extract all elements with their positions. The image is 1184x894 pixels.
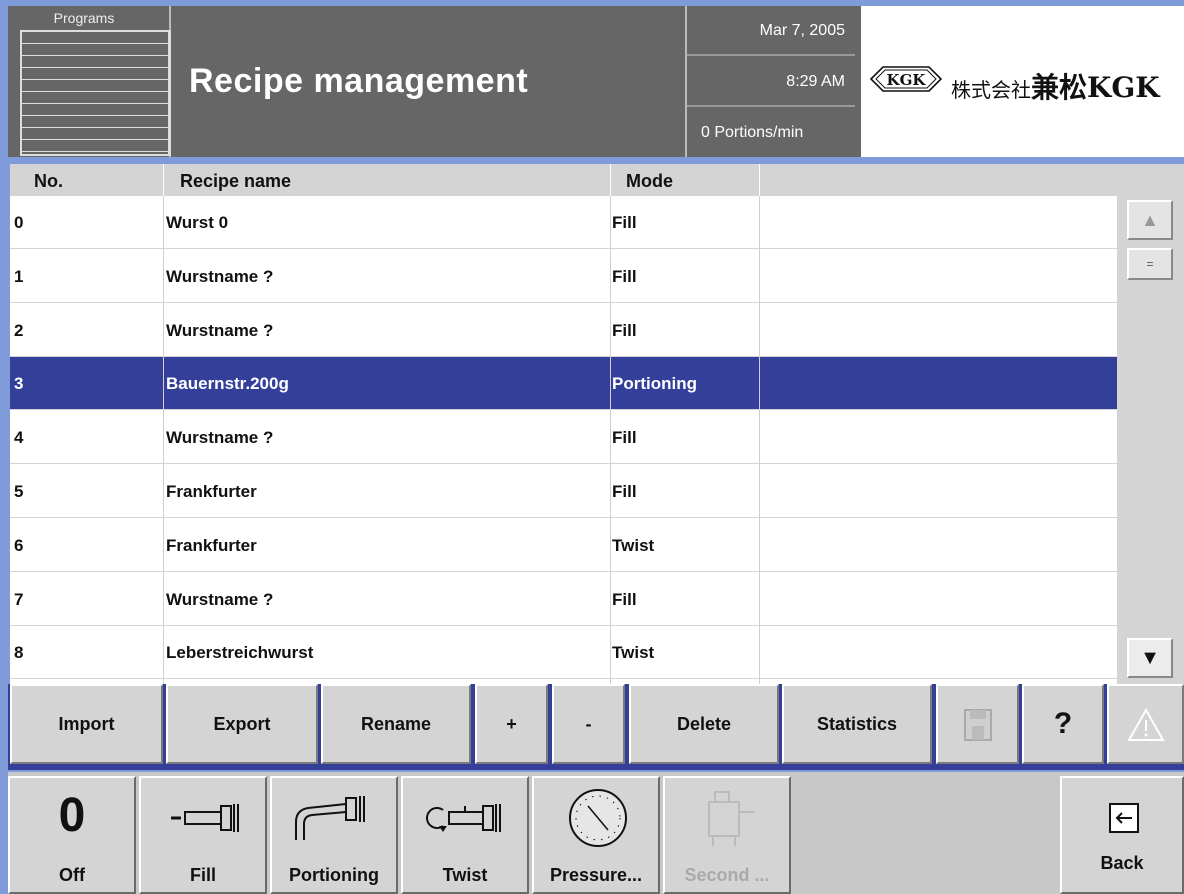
portion-rate-display: 0 Portions/min <box>701 124 804 141</box>
column-header-no[interactable]: No. <box>34 164 63 196</box>
table-row[interactable]: 7 Wurstname ? Fill <box>10 573 1127 626</box>
second-button[interactable]: Second ... <box>663 776 791 894</box>
portioning-button[interactable]: Portioning <box>270 776 398 894</box>
company-logo: KGK 株式会社兼松KGK <box>861 6 1184 157</box>
table-row[interactable]: 6 Frankfurter Twist <box>10 519 1127 572</box>
off-glyph: 0 <box>58 789 86 842</box>
recipe-mode-cell: Fill <box>612 213 637 232</box>
recipe-name-cell: Wurstname ? <box>166 589 274 609</box>
recipe-mode-cell: Fill <box>612 428 637 448</box>
action-toolbar: Import Export Rename + - Delete Statisti… <box>8 684 1184 770</box>
recipe-number-cell: 2 <box>14 320 24 340</box>
logo-text-small: 株式会社 <box>951 78 1031 102</box>
title-panel: Recipe management <box>171 6 687 157</box>
table-scrollbar[interactable]: ▲ = ▼ <box>1117 196 1184 684</box>
warning-button[interactable] <box>1107 684 1184 764</box>
fill-button[interactable]: Fill <box>139 776 267 894</box>
programs-list-icon[interactable] <box>20 30 172 156</box>
recipe-name-cell: Frankfurter <box>166 482 257 501</box>
remove-recipe-button[interactable]: - <box>552 684 625 764</box>
twist-button[interactable]: Twist <box>401 776 529 894</box>
triangle-up-icon: ▲ <box>1141 210 1159 230</box>
recipe-mode-cell: Fill <box>612 589 637 609</box>
import-button[interactable]: Import <box>10 684 163 764</box>
logo-text-big: 兼松KGK <box>1031 71 1160 104</box>
back-arrow-icon <box>1109 803 1139 833</box>
statistics-button[interactable]: Statistics <box>782 684 932 764</box>
second-label: Second ... <box>684 865 770 885</box>
recipe-mode-cell: Fill <box>612 266 637 286</box>
recipe-number-cell: 4 <box>14 428 24 448</box>
warning-triangle-icon <box>1126 708 1165 742</box>
recipe-name-cell: Leberstreichwurst <box>166 643 314 663</box>
recipe-number-cell: 6 <box>14 535 24 555</box>
off-label: Off <box>59 865 85 885</box>
rename-button[interactable]: Rename <box>321 684 471 764</box>
scroll-up-button[interactable]: ▲ <box>1127 200 1173 240</box>
delete-button[interactable]: Delete <box>629 684 779 764</box>
fill-nozzle-icon <box>171 804 239 832</box>
recipe-name-cell: Wurstname ? <box>166 266 274 286</box>
date-display: Mar 7, 2005 <box>687 6 855 56</box>
column-header-mode[interactable]: Mode <box>626 164 673 196</box>
recipe-mode-cell: Twist <box>612 535 655 555</box>
export-button[interactable]: Export <box>166 684 318 764</box>
twist-label: Twist <box>442 865 488 885</box>
recipe-number-cell: 5 <box>14 482 24 501</box>
table-row[interactable]: 1 Wurstname ? Fill <box>10 250 1127 303</box>
pressure-button[interactable]: Pressure... <box>532 776 660 894</box>
recipe-number-cell: 0 <box>14 213 24 232</box>
recipe-mode-cell: Twist <box>612 643 655 663</box>
portioning-nozzle-icon <box>295 796 365 840</box>
triangle-down-icon: ▼ <box>1140 647 1160 669</box>
table-row[interactable]: 3 Bauernstr.200g Portioning <box>10 357 1127 411</box>
table-row[interactable]: 4 Wurstname ? Fill <box>10 411 1127 465</box>
machine-icon <box>708 791 755 846</box>
back-label: Back <box>1100 853 1144 873</box>
function-bar: 0 Off Fill Portioning Twist Pressure... … <box>8 772 1184 894</box>
logo-mark-text: KGK <box>887 71 927 89</box>
table-row[interactable]: 2 Wurstname ? Fill <box>10 304 1127 357</box>
add-recipe-button[interactable]: + <box>475 684 548 764</box>
help-button[interactable]: ? <box>1022 684 1104 764</box>
page-title: Recipe management <box>189 62 529 100</box>
table-row[interactable]: 8 Leberstreichwurst Twist <box>10 626 1127 680</box>
off-button[interactable]: 0 Off <box>8 776 136 894</box>
recipe-name-cell: Wurstname ? <box>166 320 274 340</box>
recipe-mode-cell: Fill <box>612 482 637 501</box>
recipe-name-cell: Wurstname ? <box>166 428 274 448</box>
table-row[interactable]: 0 Wurst 0 Fill <box>10 196 1127 249</box>
programs-label: Programs <box>53 10 115 26</box>
recipe-name-cell: Wurst 0 <box>166 213 229 232</box>
fill-label: Fill <box>190 865 216 885</box>
scroll-thumb[interactable]: = <box>1127 248 1173 280</box>
table-header: No. Recipe name Mode <box>10 164 1184 196</box>
floppy-disk-icon <box>963 709 992 742</box>
logo-text: 株式会社兼松KGK <box>951 66 1160 106</box>
portioning-label: Portioning <box>289 865 379 885</box>
kgk-logo-icon: KGK <box>869 66 943 92</box>
table-row[interactable]: 5 Frankfurter Fill <box>10 465 1127 518</box>
recipe-name-cell: Frankfurter <box>166 535 257 555</box>
recipe-mode-cell: Portioning <box>612 374 697 394</box>
programs-panel[interactable]: Programs <box>8 6 172 157</box>
recipe-number-cell: 3 <box>14 374 24 394</box>
recipe-name-cell: Bauernstr.200g <box>166 374 289 394</box>
status-panel: Mar 7, 2005 8:29 AM 0 Portions/min <box>687 6 861 157</box>
column-header-recipe-name[interactable]: Recipe name <box>180 164 291 196</box>
recipe-number-cell: 1 <box>14 266 24 286</box>
pressure-label: Pressure... <box>549 865 643 885</box>
time-display: 8:29 AM <box>687 57 855 107</box>
pressure-gauge-icon <box>569 789 627 847</box>
recipe-number-cell: 8 <box>14 643 24 663</box>
scroll-down-button[interactable]: ▼ <box>1127 638 1173 678</box>
recipe-number-cell: 7 <box>14 589 24 609</box>
recipe-mode-cell: Fill <box>612 320 637 340</box>
recipe-table: No. Recipe name Mode 0 Wurst 0 Fill 1 Wurstn… <box>10 164 1184 684</box>
twist-nozzle-icon <box>426 804 501 832</box>
save-button[interactable] <box>936 684 1019 764</box>
back-button[interactable]: Back <box>1060 776 1184 894</box>
